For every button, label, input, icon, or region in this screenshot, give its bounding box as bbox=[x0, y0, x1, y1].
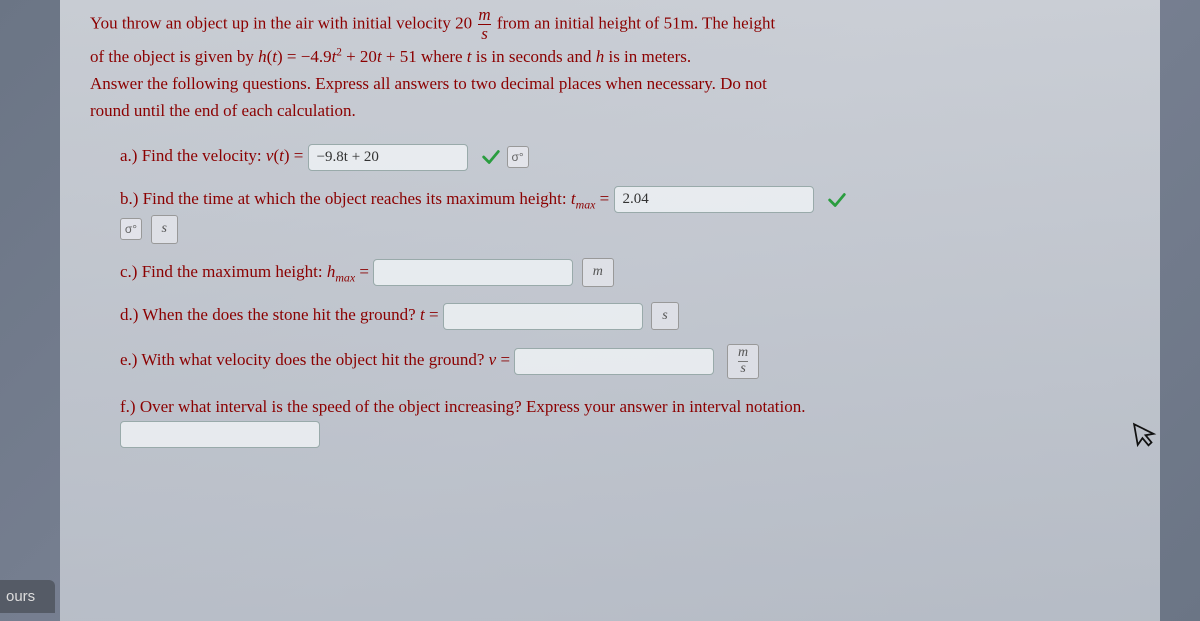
intro-text-1a: You throw an object up in the air with i… bbox=[90, 13, 472, 32]
unit-ms: m s bbox=[727, 344, 759, 378]
part-e-input[interactable] bbox=[514, 348, 714, 375]
part-b-label: b.) Find the time at which the object re… bbox=[120, 189, 614, 208]
part-d-input[interactable] bbox=[443, 303, 643, 330]
part-d-label: d.) When the does the stone hit the grou… bbox=[120, 305, 443, 324]
preview-icon[interactable]: σ° bbox=[507, 146, 529, 168]
part-a-label: a.) Find the velocity: v(t) = bbox=[120, 146, 308, 165]
part-e: e.) With what velocity does the object h… bbox=[120, 344, 1130, 378]
part-f: f.) Over what interval is the speed of t… bbox=[120, 393, 1130, 449]
unit-meters: m bbox=[582, 258, 614, 286]
preview-icon[interactable]: σ° bbox=[120, 218, 142, 240]
checkmark-icon bbox=[826, 189, 848, 211]
part-c-label: c.) Find the maximum height: hmax = bbox=[120, 262, 373, 281]
part-a-input[interactable] bbox=[308, 144, 468, 171]
checkmark-icon bbox=[480, 146, 502, 168]
part-a: a.) Find the velocity: v(t) = σ° bbox=[120, 142, 1130, 171]
unit-seconds: s bbox=[151, 215, 178, 243]
unit-fraction-ms: m s bbox=[478, 6, 490, 43]
intro-text-2: of the object is given by h(t) = −4.9t2 … bbox=[90, 47, 691, 66]
intro-text-1b: from an initial height of 51m. The heigh… bbox=[497, 13, 775, 32]
problem-page: You throw an object up in the air with i… bbox=[60, 0, 1160, 621]
part-b-input[interactable] bbox=[614, 186, 814, 213]
part-d: d.) When the does the stone hit the grou… bbox=[120, 301, 1130, 330]
sidebar-tab-ours[interactable]: ours bbox=[0, 580, 55, 613]
unit-seconds: s bbox=[651, 302, 678, 330]
part-b: b.) Find the time at which the object re… bbox=[120, 185, 1130, 244]
part-e-label: e.) With what velocity does the object h… bbox=[120, 350, 514, 369]
problem-intro: You throw an object up in the air with i… bbox=[90, 6, 1130, 124]
part-c: c.) Find the maximum height: hmax = m bbox=[120, 258, 1130, 287]
part-f-label: f.) Over what interval is the speed of t… bbox=[120, 397, 805, 416]
cursor-icon bbox=[1129, 418, 1163, 458]
intro-text-4: round until the end of each calculation. bbox=[90, 101, 356, 120]
part-c-input[interactable] bbox=[373, 259, 573, 286]
part-f-input[interactable] bbox=[120, 421, 320, 448]
intro-text-3: Answer the following questions. Express … bbox=[90, 74, 767, 93]
